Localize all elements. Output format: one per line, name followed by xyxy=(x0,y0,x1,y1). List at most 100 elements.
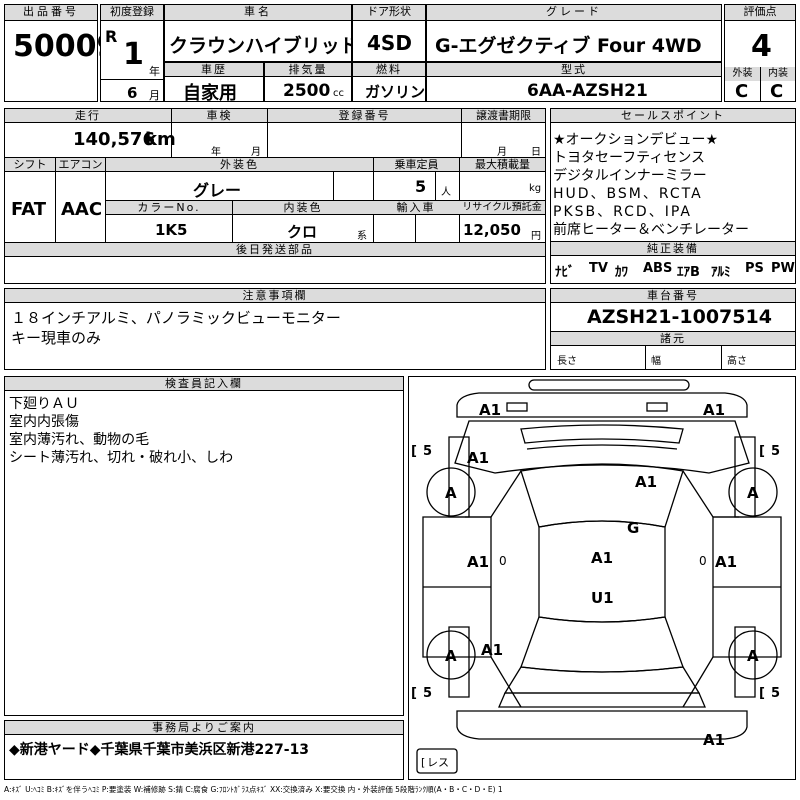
inspector-label: 検査員記入欄 xyxy=(5,377,403,391)
disp-box: 排気量 2500 cc xyxy=(264,62,352,102)
car-diagram: A1 A1 A1 A1 A A G A1 A1 A1 U1 A1 A A A1 … xyxy=(408,376,796,780)
notes-label: 注意事項欄 xyxy=(5,289,545,303)
inspector-box: 検査員記入欄 下廻りＡＵ 室内内張傷 室内薄汚れ、動物の毛 シート薄汚れ、切れ・… xyxy=(4,376,404,716)
equip-tv: TV xyxy=(589,261,608,276)
sales-line: ★オークションデビュー★ xyxy=(553,132,719,148)
reg-number-label: 登録番号 xyxy=(267,109,461,123)
ac: AAC xyxy=(61,199,103,220)
mark-floor: U1 xyxy=(591,589,614,607)
history-label: 車歴 xyxy=(165,63,263,77)
grade-label: グレード xyxy=(427,5,721,21)
tire-depth-rl-open: [ xyxy=(411,686,417,701)
office-box: 事務局よりご案内 ◆新港ヤード◆千葉県千葉市美浜区新港227-13 xyxy=(4,720,404,780)
height-label: 高さ xyxy=(727,356,747,367)
lot-box: 出品番号 50009 xyxy=(4,4,117,102)
doors: 4SD xyxy=(367,31,412,55)
equip-nav: ﾅﾋﾞ xyxy=(555,265,575,280)
equip-abs: ABS xyxy=(643,261,673,276)
car-name-label: 車名 xyxy=(165,5,351,21)
history: 自家用 xyxy=(183,83,237,104)
mark-hood-left: A1 xyxy=(467,449,489,467)
ext-score: C xyxy=(735,81,749,102)
mark-door-fr: A1 xyxy=(715,553,737,571)
car-name: クラウンハイブリッド xyxy=(169,35,359,57)
tire-depth-fr: 5 xyxy=(771,444,780,459)
inspection-year: 年 xyxy=(211,147,221,158)
import-label: 輸入車 xyxy=(373,201,459,215)
width-label: 幅 xyxy=(651,356,661,367)
score-box: 評価点 4 外装 内装 C C xyxy=(724,4,796,102)
inspector-line: 室内内張傷 xyxy=(9,414,79,430)
recycle-unit: 円 xyxy=(531,231,541,242)
fuel-box: 燃料 ガソリン xyxy=(352,62,426,102)
car-name-box: 車名 クラウンハイブリッド xyxy=(164,4,359,62)
doors-label: ドア形状 xyxy=(353,5,425,21)
int-color: クロ xyxy=(287,223,318,241)
specs-box: 走行 車検 登録番号 譲渡書期限 140,576 km 年 月 月 日 シフト … xyxy=(4,108,546,284)
shift-label: シフト xyxy=(5,158,55,172)
office-text: ◆新港ヤード◆千葉県千葉市美浜区新港227-13 xyxy=(9,742,310,758)
sales-line: PKSB、RCD、IPA xyxy=(553,204,692,220)
transfer-month: 月 xyxy=(497,147,507,158)
notes-line: キー現車のみ xyxy=(11,329,102,347)
equip-airbag: ｴｱB xyxy=(677,265,700,280)
int-label: 内装 xyxy=(760,67,795,81)
equip-pw: PW xyxy=(771,261,795,276)
inspector-line: 下廻りＡＵ xyxy=(9,396,79,412)
tire-depth-rr: 5 xyxy=(771,686,780,701)
int-color-label: 内装色 xyxy=(232,201,373,215)
office-label: 事務局よりご案内 xyxy=(5,721,403,735)
ext-color: グレー xyxy=(193,181,242,200)
sales-label: セールスポイント xyxy=(551,109,795,123)
year-unit: 年 xyxy=(149,65,160,78)
reg-month: 6 xyxy=(127,84,138,102)
mark-door-rl: A1 xyxy=(481,641,503,659)
sales-line: トヨタセーフティセンス xyxy=(553,150,706,166)
tire-depth-rr-open: [ xyxy=(759,686,765,701)
grade-box: グレード G-エグゼクティブ Four 4WD xyxy=(426,4,722,62)
equip-alloy: ｱﾙﾐ xyxy=(711,265,731,280)
load-label: 最大積載量 xyxy=(459,158,545,172)
chassis-label: 車台番号 xyxy=(551,289,795,303)
equipment-label: 純正装備 xyxy=(551,242,795,256)
mileage: 140,576 xyxy=(73,129,155,150)
load-unit: kg xyxy=(529,183,542,194)
mark-front-bumper-right: A1 xyxy=(703,401,725,419)
sales-line: デジタルインナーミラー xyxy=(553,168,707,184)
ext-color-label: 外装色 xyxy=(105,158,373,172)
notes-box: 注意事項欄 １８インチアルミ、パノラミックビューモニター キー現車のみ xyxy=(4,288,546,370)
capacity: 5 xyxy=(415,177,427,196)
recycle-label: リサイクル預託金 xyxy=(459,201,545,215)
colorno: 1K5 xyxy=(155,221,188,239)
mark-interior: A1 xyxy=(591,549,613,567)
mark-small-left: 0 xyxy=(499,554,507,568)
ext-label: 外装 xyxy=(725,67,760,81)
mark-rear-bumper: A1 xyxy=(703,731,725,749)
reg-year: 1 xyxy=(123,37,144,72)
mark-windshield: A1 xyxy=(635,473,657,491)
mark-roof: G xyxy=(627,519,639,537)
recycle: 12,050 xyxy=(463,221,521,239)
fuel: ガソリン xyxy=(365,83,426,101)
equip-leather: ｶﾜ xyxy=(615,265,628,280)
inspection-month: 月 xyxy=(251,147,261,158)
inspection-label: 車検 xyxy=(171,109,267,123)
grade: G-エグゼクティブ Four 4WD xyxy=(435,35,702,57)
mark-tire-rl: A xyxy=(445,647,457,665)
capacity-label: 乗車定員 xyxy=(373,158,459,172)
era: R xyxy=(105,27,118,46)
model-label: 型式 xyxy=(427,63,721,77)
dims-label: 諸元 xyxy=(551,332,795,346)
spare-open: [ xyxy=(421,756,425,769)
later-parts-label: 後日発送部品 xyxy=(5,243,545,257)
tire-depth-fl: 5 xyxy=(423,444,432,459)
sales-line: 前席ヒーター＆ベンチレーター xyxy=(553,222,749,238)
int-score: C xyxy=(770,81,784,102)
mark-door-fl: A1 xyxy=(467,553,489,571)
tire-depth-fr-open: [ xyxy=(759,444,765,459)
legend: A:ｷｽﾞ U:ﾍｺﾐ B:ｷｽﾞを伴うﾍｺﾐ P:要塗装 W:補修跡 S:錆 … xyxy=(4,785,503,794)
chassis-box: 車台番号 AZSH21-1007514 諸元 長さ 幅 高さ xyxy=(550,288,796,370)
capacity-unit: 人 xyxy=(441,187,451,198)
transfer-label: 譲渡書期限 xyxy=(461,109,545,123)
transfer-day: 日 xyxy=(531,147,541,158)
